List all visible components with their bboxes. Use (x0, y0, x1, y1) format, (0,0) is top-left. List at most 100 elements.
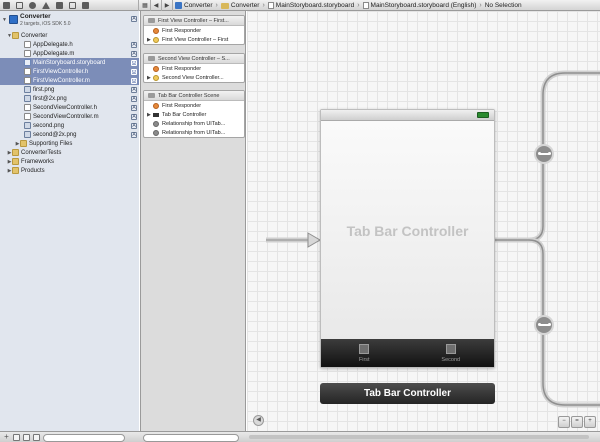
first-responder-icon (153, 102, 159, 109)
scene-icon (148, 18, 155, 23)
image-file-icon (24, 131, 31, 138)
tab-first[interactable]: First (321, 339, 408, 367)
outline-scene[interactable]: Tab Bar Controller Scene First Responder… (143, 90, 245, 138)
storyboard-icon (362, 2, 369, 9)
scene-header[interactable]: Tab Bar Controller Scene (144, 91, 244, 101)
tab-bar-controller-icon (153, 112, 159, 117)
scene-name-label[interactable]: Tab Bar Controller (320, 383, 495, 404)
back-button[interactable]: ◀ (151, 0, 162, 11)
outline-item[interactable]: Relationship from UITab... (144, 128, 244, 137)
relationship-segue-icon[interactable] (534, 144, 554, 164)
scene-dock[interactable] (321, 110, 494, 121)
list-item-label: Products (21, 167, 45, 174)
scm-badge: A (131, 41, 137, 48)
outline-item-label: Relationship from UITab... (162, 129, 226, 136)
folder-icon[interactable] (3, 2, 10, 9)
outline-item[interactable]: Relationship from UITab... (144, 119, 244, 128)
outline-scene[interactable]: Second View Controller – S... First Resp… (143, 53, 245, 83)
list-item[interactable]: second@2x.png A (0, 130, 139, 139)
list-item[interactable]: AppDelegate.m A (0, 49, 139, 58)
list-item[interactable]: FirstViewController.m A (0, 76, 139, 85)
scene-header[interactable]: First View Controller – First... (144, 16, 244, 26)
warning-icon[interactable] (42, 2, 50, 9)
project-row[interactable]: ▼ Converter 2 targets, iOS SDK 5.0 A (0, 12, 139, 30)
tab-bar-controller-icon[interactable] (477, 112, 489, 118)
outline-item[interactable]: ▶ Tab Bar Controller (144, 110, 244, 119)
show-outline-button[interactable]: ◀ (253, 415, 264, 426)
horizontal-scrollbar[interactable] (249, 435, 589, 439)
list-item[interactable]: first@2x.png A (0, 94, 139, 103)
header-file-icon (24, 104, 31, 111)
list-item-label: FirstViewController.m (33, 77, 90, 84)
scm-filter-icon[interactable] (23, 434, 30, 441)
breadcrumb-localization[interactable]: MainStoryboard.storyboard (English) (371, 2, 477, 9)
zoom-out-icon[interactable]: − (558, 416, 570, 428)
scene-title: First View Controller – First... (158, 17, 229, 24)
list-item[interactable]: ▶ Products (0, 166, 139, 175)
tab-bar[interactable]: First Second (321, 339, 494, 367)
breadcrumb[interactable]: No Selection (483, 2, 524, 9)
scene-view[interactable]: Tab Bar Controller (321, 121, 494, 340)
add-icon[interactable]: + (3, 433, 10, 441)
navigator-filter-field[interactable] (43, 433, 125, 442)
breadcrumb[interactable]: Converter (173, 2, 215, 9)
list-item-label: Frameworks (21, 158, 55, 165)
outline-scene[interactable]: First View Controller – First... First R… (143, 15, 245, 45)
folder-icon (12, 32, 19, 39)
symbol-icon[interactable] (16, 2, 23, 9)
outline-filter-field[interactable] (143, 433, 239, 442)
related-files-button[interactable]: ▦ (140, 0, 151, 11)
relationship-segue-icon[interactable] (534, 315, 554, 335)
first-responder-icon (153, 65, 159, 72)
outline-item[interactable]: First Responder (144, 101, 244, 110)
project-icon (175, 2, 182, 9)
scene-icon (148, 93, 155, 98)
breadcrumb[interactable]: Converter (219, 2, 262, 9)
bottom-bar: + (0, 431, 600, 442)
view-controller-icon (153, 36, 159, 43)
forward-button[interactable]: ▶ (162, 0, 173, 11)
list-item[interactable]: SecondViewController.m A (0, 112, 139, 121)
breadcrumb-group[interactable]: Converter (231, 2, 260, 9)
list-item[interactable]: MainStoryboard.storyboard A (0, 58, 139, 67)
list-item[interactable]: ▶ ConverterTests (0, 148, 139, 157)
list-item[interactable]: ▶ Supporting Files (0, 139, 139, 148)
unsaved-filter-icon[interactable] (33, 434, 40, 441)
breakpoint-icon[interactable] (69, 2, 76, 9)
scene-header[interactable]: Second View Controller – S... (144, 54, 244, 64)
list-item[interactable]: second.png A (0, 121, 139, 130)
list-item[interactable]: ▶ Frameworks (0, 157, 139, 166)
outline-item[interactable]: ▶ First View Controller – First (144, 35, 244, 44)
recent-filter-icon[interactable] (13, 434, 20, 441)
log-icon[interactable] (82, 2, 89, 9)
breadcrumb-selection[interactable]: No Selection (485, 2, 522, 9)
list-item[interactable]: SecondViewController.h A (0, 103, 139, 112)
scene-icon (148, 56, 155, 61)
search-icon[interactable] (29, 2, 36, 9)
zoom-fit-icon[interactable]: = (571, 416, 583, 428)
breadcrumb[interactable]: MainStoryboard.storyboard (266, 2, 356, 9)
list-item[interactable]: FirstViewController.h A (0, 67, 139, 76)
storyboard-canvas[interactable]: Tab Bar Controller First Second Tab Bar … (247, 11, 600, 431)
disclosure-triangle-icon[interactable]: ▼ (2, 17, 7, 23)
scm-badge: A (131, 86, 137, 93)
list-item[interactable]: AppDelegate.h A (0, 40, 139, 49)
outline-item[interactable]: First Responder (144, 64, 244, 73)
folder-icon (12, 167, 19, 174)
outline-item[interactable]: First Responder (144, 26, 244, 35)
tab-bar-controller-scene[interactable]: Tab Bar Controller First Second (320, 109, 495, 368)
list-item[interactable]: first.png A (0, 85, 139, 94)
debug-icon[interactable] (56, 2, 63, 9)
breadcrumb[interactable]: MainStoryboard.storyboard (English) (361, 2, 479, 9)
zoom-controls: − = + (558, 416, 596, 428)
scm-badge: A (131, 77, 137, 84)
folder-icon (220, 2, 229, 9)
relationship-icon (153, 120, 159, 127)
list-item[interactable]: ▼ Converter (0, 31, 139, 40)
breadcrumb-file[interactable]: MainStoryboard.storyboard (276, 2, 354, 9)
zoom-in-icon[interactable]: + (584, 416, 596, 428)
breadcrumb-project[interactable]: Converter (184, 2, 213, 9)
outline-item-label: First Responder (162, 102, 202, 109)
tab-second[interactable]: Second (408, 339, 495, 367)
outline-item[interactable]: ▶ Second View Controller... (144, 73, 244, 82)
